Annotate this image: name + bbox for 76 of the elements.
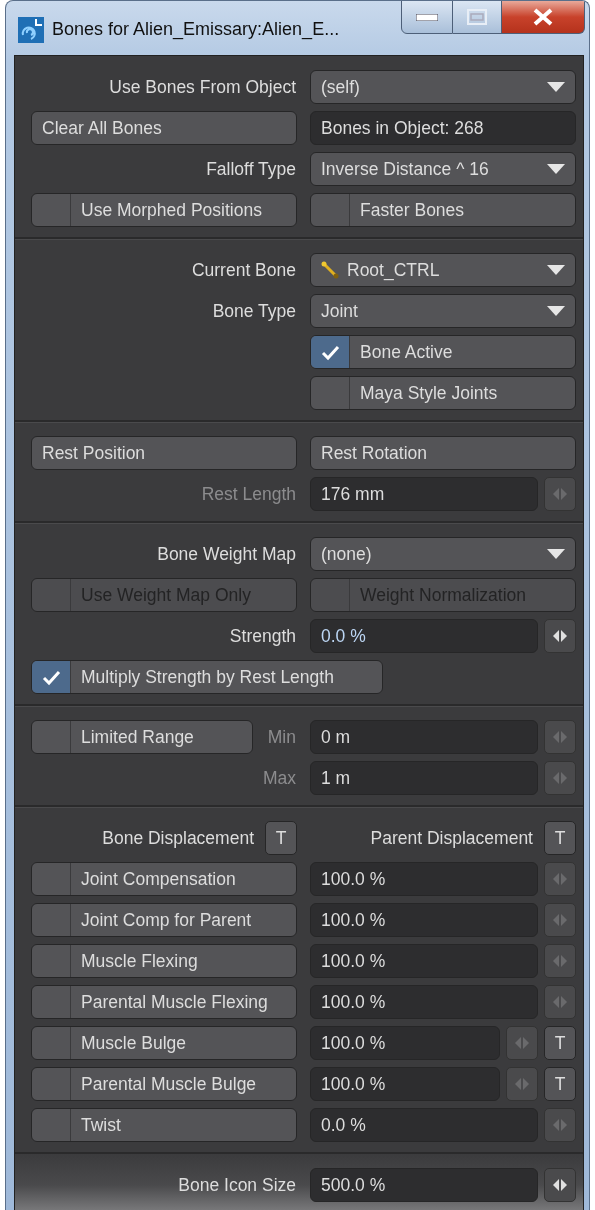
dropdown[interactable]: (self)	[310, 70, 576, 104]
texture-button[interactable]: T	[544, 1026, 576, 1060]
spin-arrows-icon	[552, 487, 568, 501]
spin-arrows-icon	[552, 954, 568, 968]
spin-arrows-icon	[552, 872, 568, 886]
dropdown[interactable]: Root_CTRL	[310, 253, 576, 287]
checkbox[interactable]: Twist	[31, 1108, 297, 1142]
window-title: Bones for Alien_Emissary:Alien_E...	[52, 19, 340, 40]
field-label: Bone Weight Map	[157, 543, 297, 565]
column-heading: Bone Displacement	[102, 827, 254, 849]
clear-button[interactable]: Clear All Bones	[31, 111, 297, 145]
checkbox[interactable]: Maya Style Joints	[310, 376, 576, 410]
app-icon	[18, 17, 44, 43]
checkbox[interactable]: Joint Comp for Parent	[31, 903, 297, 937]
number-field[interactable]: 0.0 %	[310, 1108, 538, 1142]
field-label: Max	[262, 767, 297, 789]
spin-arrows-icon	[552, 771, 568, 785]
checkbox[interactable]: Faster Bones	[310, 193, 576, 227]
rest-button[interactable]: Rest Rotation	[310, 436, 576, 470]
spin-arrows-icon	[514, 1077, 530, 1091]
checkbox[interactable]: Use Morphed Positions	[31, 193, 297, 227]
dropdown[interactable]: (none)	[310, 537, 576, 571]
minimize-icon	[416, 13, 438, 21]
number-field[interactable]: 100.0 %	[310, 944, 538, 978]
number-field[interactable]: 500.0 %	[310, 1168, 538, 1202]
spin-arrows-icon	[552, 1118, 568, 1132]
spin-arrows-icon	[514, 1036, 530, 1050]
number-field[interactable]: 100.0 %	[310, 903, 538, 937]
spin-arrows-icon	[552, 1178, 568, 1192]
number-field[interactable]: 0.0 %	[310, 619, 538, 653]
field-label: Bone Type	[212, 300, 297, 322]
checkbox[interactable]: Muscle Bulge	[31, 1026, 297, 1060]
checkbox[interactable]: Bone Active	[310, 335, 576, 369]
texture-button[interactable]: T	[544, 821, 576, 855]
caret-icon	[547, 549, 565, 559]
caret-icon	[547, 164, 565, 174]
spin-arrows-icon	[552, 995, 568, 1009]
spin-arrows-icon	[552, 730, 568, 744]
number-field[interactable]: 100.0 %	[310, 985, 538, 1019]
maximize-button[interactable]	[453, 1, 502, 34]
bone-icon	[321, 261, 339, 279]
dropdown[interactable]: Joint	[310, 294, 576, 328]
field-label: Bone Icon Size	[178, 1174, 297, 1196]
column-heading: Parent Displacement	[370, 827, 533, 849]
dropdown[interactable]: Inverse Distance ^ 16	[310, 152, 576, 186]
field-label: Min	[267, 726, 297, 748]
spin-arrows-icon	[552, 629, 568, 643]
checkbox[interactable]: Multiply Strength by Rest Length	[31, 660, 383, 694]
checkbox[interactable]: Parental Muscle Bulge	[31, 1067, 297, 1101]
caret-icon	[547, 265, 565, 275]
field-label: Use Bones From Object	[109, 76, 297, 98]
number-field[interactable]: 100.0 %	[310, 1026, 500, 1060]
info-display: Bones in Object: 268	[310, 111, 576, 145]
checkbox[interactable]: Parental Muscle Flexing	[31, 985, 297, 1019]
maximize-icon	[467, 9, 487, 25]
checkbox[interactable]: Joint Compensation	[31, 862, 297, 896]
number-field[interactable]: 100.0 %	[310, 1067, 500, 1101]
texture-button[interactable]: T	[544, 1067, 576, 1101]
checkbox[interactable]: Muscle Flexing	[31, 944, 297, 978]
field-label: Rest Length	[201, 483, 297, 505]
field-label: Current Bone	[191, 259, 297, 281]
caret-icon	[547, 82, 565, 92]
texture-button[interactable]: T	[265, 821, 297, 855]
close-icon	[533, 8, 553, 26]
field-label: Strength	[229, 625, 297, 647]
minimize-button[interactable]	[401, 1, 453, 34]
check-icon	[320, 343, 340, 361]
rest-button[interactable]: Rest Position	[31, 436, 297, 470]
spinner-button[interactable]	[544, 1168, 576, 1202]
caret-icon	[547, 306, 565, 316]
field-label: Falloff Type	[206, 158, 297, 180]
spin-arrows-icon	[552, 913, 568, 927]
close-button[interactable]	[502, 1, 585, 34]
check-icon	[41, 668, 61, 686]
spinner-button[interactable]	[544, 619, 576, 653]
number-field[interactable]: 100.0 %	[310, 862, 538, 896]
